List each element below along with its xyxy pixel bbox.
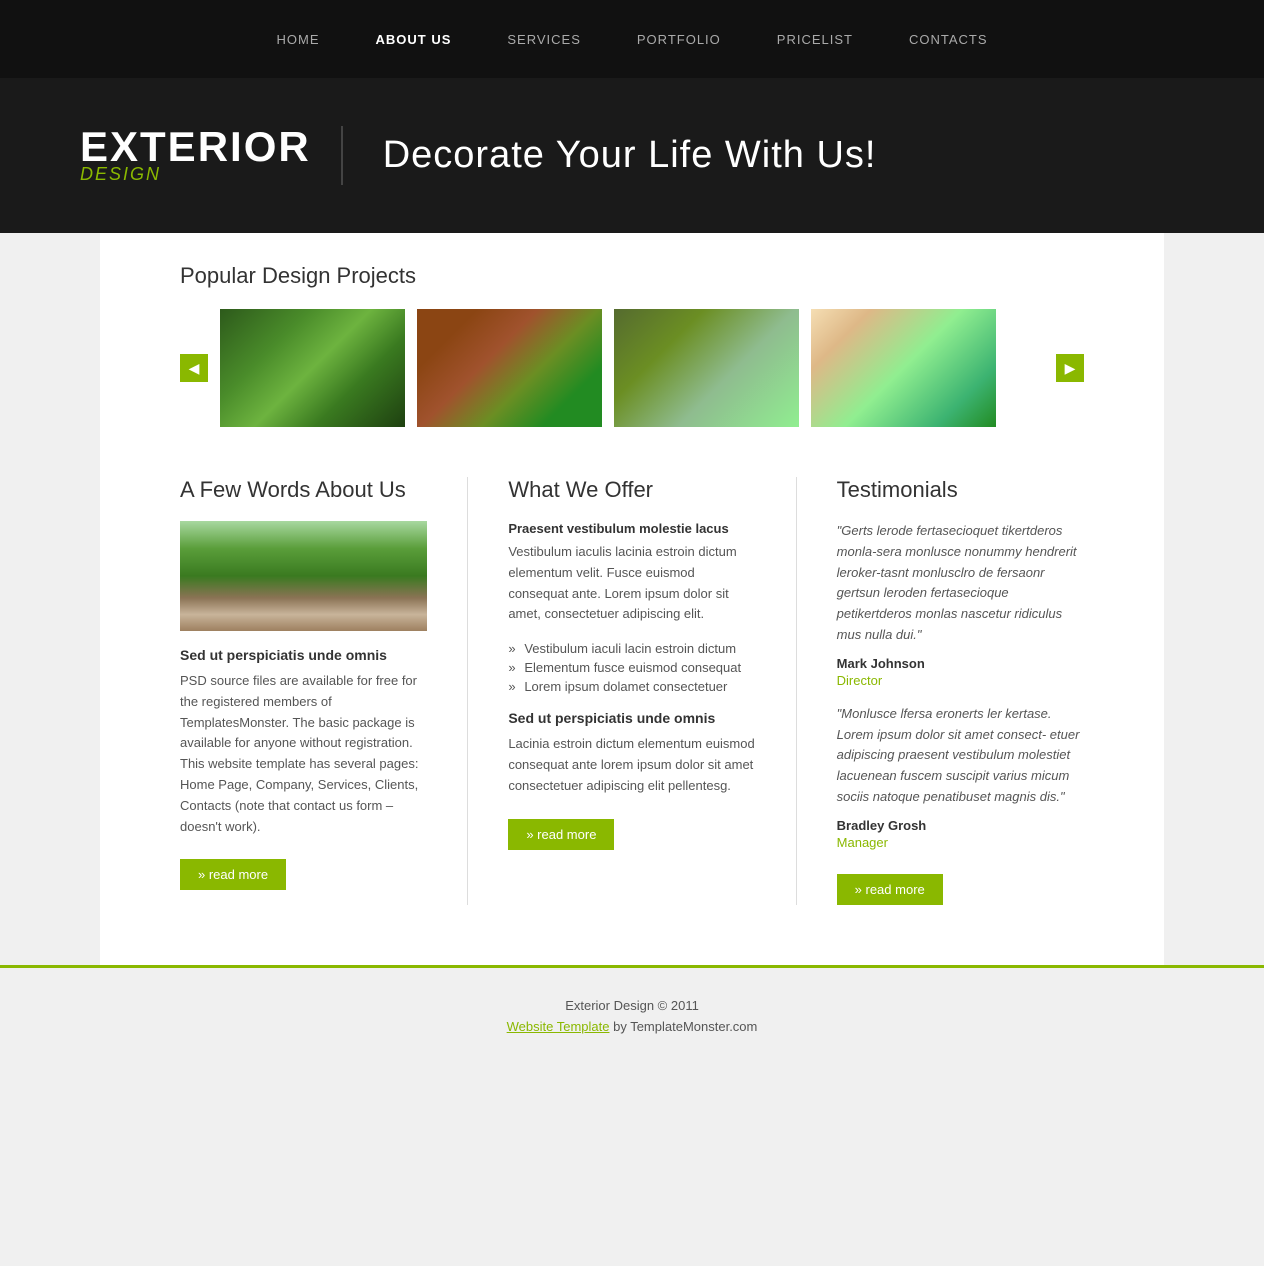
brand-logo: EXTERIOR DESIGN [80, 126, 343, 185]
offer-list-item-1: Vestibulum iaculi lacin estroin dictum [508, 639, 755, 658]
projects-title: Popular Design Projects [180, 263, 1084, 289]
footer: Exterior Design © 2011 Website Template … [0, 965, 1264, 1064]
banner: EXTERIOR DESIGN Decorate Your Life With … [0, 78, 1264, 233]
about-subtitle: Sed ut perspiciatis unde omnis [180, 647, 427, 663]
divider-1 [467, 477, 468, 905]
testimonial-2-role: Manager [837, 835, 1084, 850]
main-nav: HOME ABOUT US SERVICES PORTFOLIO PRICELI… [0, 0, 1264, 78]
logo-main: EXTERIOR [80, 126, 311, 168]
nav-portfolio[interactable]: PORTFOLIO [629, 28, 729, 51]
testimonial-1-quote: "Gerts lerode fertasecioquet tikertderos… [837, 521, 1084, 646]
nav-services[interactable]: SERVICES [499, 28, 589, 51]
logo-sub: DESIGN [80, 164, 161, 185]
offer-subtitle: Sed ut perspiciatis unde omnis [508, 710, 755, 726]
main-content: Popular Design Projects ◀ ▶ A Few Words … [100, 233, 1164, 965]
gallery-prev-button[interactable]: ◀ [180, 354, 208, 382]
footer-copyright: Exterior Design © 2011 [20, 998, 1244, 1013]
gallery-next-button[interactable]: ▶ [1056, 354, 1084, 382]
testimonials-title: Testimonials [837, 477, 1084, 503]
about-title: A Few Words About Us [180, 477, 427, 503]
gallery-item-1[interactable] [220, 309, 405, 427]
gallery-item-3[interactable] [614, 309, 799, 427]
offer-intro-bold: Praesent vestibulum molestie lacus [508, 521, 755, 536]
testimonials-column: Testimonials "Gerts lerode fertasecioque… [837, 477, 1084, 905]
nav-pricelist[interactable]: PRICELIST [769, 28, 861, 51]
offer-list-item-3: Lorem ipsum dolamet consectetuer [508, 677, 755, 696]
gallery-wrapper: ◀ ▶ [180, 309, 1084, 427]
three-columns: A Few Words About Us Sed ut perspiciatis… [180, 477, 1084, 905]
footer-template-link[interactable]: Website Template [507, 1019, 610, 1034]
footer-credit-suffix: by TemplateMonster.com [609, 1019, 757, 1034]
offer-list-item-2: Elementum fusce euismod consequat [508, 658, 755, 677]
divider-2 [796, 477, 797, 905]
nav-about[interactable]: ABOUT US [367, 28, 459, 51]
nav-home[interactable]: HOME [268, 28, 327, 51]
gallery-items [220, 309, 1044, 427]
offer-list: Vestibulum iaculi lacin estroin dictum E… [508, 639, 755, 696]
testimonial-1-role: Director [837, 673, 1084, 688]
about-read-more-button[interactable]: » read more [180, 859, 286, 890]
nav-contacts[interactable]: CONTACTS [901, 28, 996, 51]
testimonials-read-more-button[interactable]: » read more [837, 874, 943, 905]
gallery-item-4[interactable] [811, 309, 996, 427]
about-text: PSD source files are available for free … [180, 671, 427, 837]
testimonial-2-quote: "Monlusce lfersa eronerts ler kertase. L… [837, 704, 1084, 808]
footer-template-credit: Website Template by TemplateMonster.com [20, 1019, 1244, 1034]
gallery-item-2[interactable] [417, 309, 602, 427]
testimonial-2-name: Bradley Grosh [837, 818, 1084, 833]
offer-read-more-button[interactable]: » read more [508, 819, 614, 850]
offer-sub-text: Lacinia estroin dictum elementum euismod… [508, 734, 755, 796]
about-column: A Few Words About Us Sed ut perspiciatis… [180, 477, 427, 890]
banner-tagline: Decorate Your Life With Us! [383, 134, 877, 177]
about-image [180, 521, 427, 631]
offer-title: What We Offer [508, 477, 755, 503]
offer-column: What We Offer Praesent vestibulum molest… [508, 477, 755, 850]
testimonial-1-name: Mark Johnson [837, 656, 1084, 671]
offer-intro-text: Vestibulum iaculis lacinia estroin dictu… [508, 542, 755, 625]
